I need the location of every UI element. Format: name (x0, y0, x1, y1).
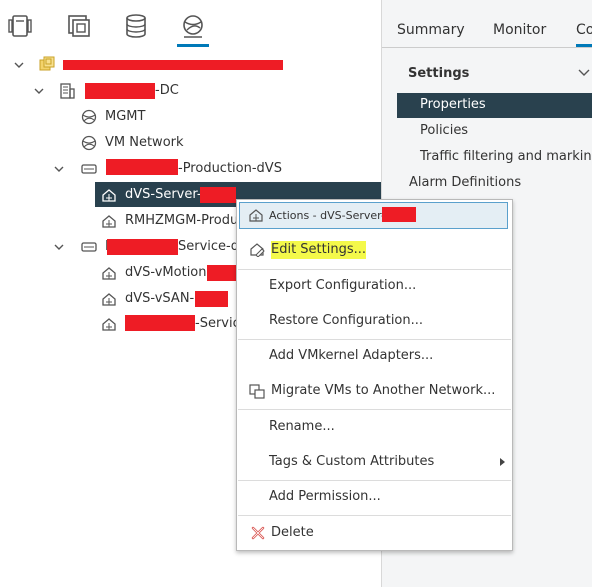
menu-item-restore-configuration[interactable]: Restore Configuration... (269, 312, 423, 330)
delete-icon (251, 526, 265, 540)
vms-templates-icon[interactable] (66, 13, 92, 43)
datacenter-label[interactable]: -DC (155, 82, 179, 100)
tree-item-production-dvs[interactable]: -Production-dVS (178, 160, 282, 178)
migrate-vms-icon (249, 384, 265, 399)
redacted-service-dvs-name (107, 239, 178, 255)
settings-section-header[interactable]: Settings (408, 66, 469, 81)
menu-item-export-configuration[interactable]: Export Configuration... (269, 277, 416, 295)
menu-separator (238, 409, 511, 410)
tree-item-vm-network[interactable]: VM Network (105, 134, 184, 152)
redacted-vcenter-name (63, 60, 283, 70)
network-icon (81, 109, 97, 125)
network-icon (81, 135, 97, 151)
menu-item-add-vmkernel[interactable]: Add VMkernel Adapters... (269, 347, 433, 365)
portgroup-icon (102, 215, 116, 228)
menu-separator (238, 515, 511, 516)
redacted-dvs-name (106, 159, 178, 175)
settings-item-policies[interactable]: Policies (420, 123, 468, 138)
distributed-switch-icon (81, 164, 97, 174)
context-menu-title: Actions - dVS-Server- (269, 209, 385, 222)
menu-item-edit-settings[interactable]: Edit Settings... (271, 241, 367, 259)
tab-configure[interactable]: Co (576, 22, 592, 38)
portgroup-icon (249, 209, 263, 222)
menu-item-delete[interactable]: Delete (271, 524, 314, 542)
chevron-down-icon[interactable] (54, 242, 64, 252)
alarm-definitions-item[interactable]: Alarm Definitions (409, 175, 521, 190)
redacted-service-portgroup (125, 315, 195, 331)
menu-item-migrate-vms[interactable]: Migrate VMs to Another Network... (271, 382, 495, 400)
tree-item-service-dvs[interactable]: Service-d (178, 238, 239, 256)
chevron-down-icon[interactable] (54, 164, 64, 174)
submenu-arrow-icon (500, 458, 505, 466)
tree-item-rmhzmgm[interactable]: RMHZMGM-Produ (125, 212, 238, 230)
chevron-down-icon[interactable] (14, 60, 24, 70)
settings-item-traffic-filtering[interactable]: Traffic filtering and marking (420, 149, 592, 164)
portgroup-icon (102, 189, 116, 202)
portgroup-icon (102, 293, 116, 306)
distributed-switch-icon (81, 242, 97, 252)
active-tab-indicator (177, 44, 209, 47)
menu-separator (238, 480, 511, 481)
portgroup-icon (102, 318, 116, 331)
chevron-down-icon[interactable] (578, 68, 590, 78)
vcenter-icon (39, 56, 55, 71)
redacted-portgroup-suffix (200, 187, 236, 203)
edit-settings-icon (250, 243, 265, 257)
menu-item-tags-custom-attributes[interactable]: Tags & Custom Attributes (269, 453, 434, 471)
settings-item-properties[interactable]: Properties (420, 97, 486, 112)
context-menu: Actions - dVS-Server- Edit Settings... E… (236, 199, 513, 551)
menu-separator (238, 269, 511, 270)
tab-summary[interactable]: Summary (397, 22, 465, 38)
redacted-vsan-suffix (195, 291, 228, 307)
tree-item-dvs-server[interactable]: dVS-Server- (125, 186, 202, 204)
menu-item-add-permission[interactable]: Add Permission... (269, 488, 381, 506)
tree-item-service-portgroup[interactable]: -Servic (195, 315, 240, 333)
tree-item-mgmt[interactable]: MGMT (105, 108, 145, 126)
storage-icon[interactable] (123, 13, 149, 43)
tree-item-vsan[interactable]: dVS-vSAN- (125, 290, 194, 308)
datacenter-icon (60, 83, 75, 99)
chevron-down-icon[interactable] (34, 86, 44, 96)
tab-divider (382, 47, 592, 48)
hosts-clusters-icon[interactable] (7, 13, 33, 43)
menu-item-rename[interactable]: Rename... (269, 418, 335, 436)
tree-item-vmotion[interactable]: dVS-vMotion (125, 264, 207, 282)
menu-separator (238, 339, 511, 340)
redacted-dc-name (85, 83, 155, 99)
portgroup-icon (102, 267, 116, 280)
tab-monitor[interactable]: Monitor (493, 22, 546, 38)
networking-icon[interactable] (180, 13, 206, 43)
redacted-menu-title-suffix (382, 207, 416, 222)
